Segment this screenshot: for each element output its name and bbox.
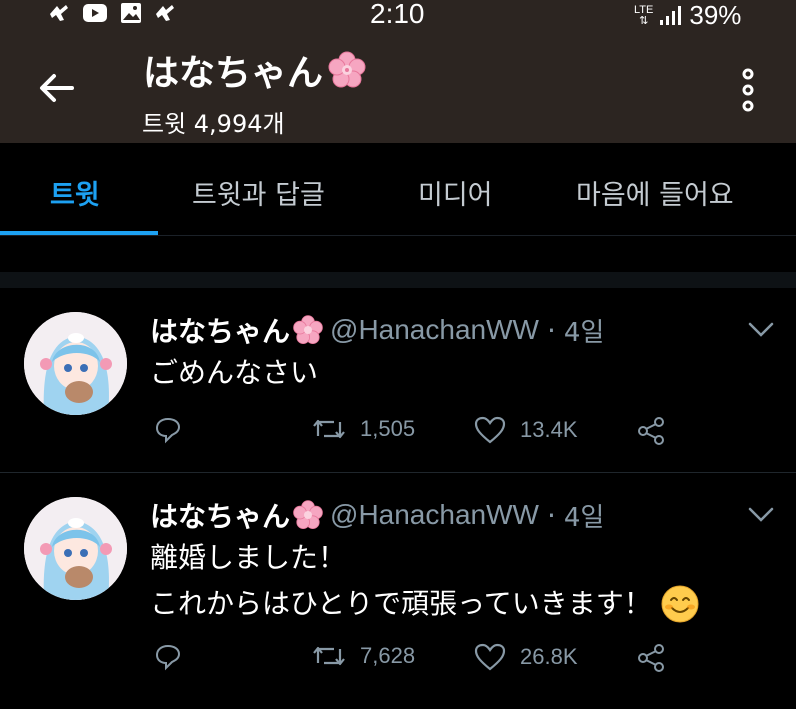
profile-header: はなちゃん 트윗 4,994개	[0, 30, 796, 143]
tweet-actions: 7,628 26.8K	[150, 643, 710, 683]
share-button[interactable]	[636, 643, 666, 673]
more-options-icon[interactable]	[738, 68, 758, 112]
profile-tabs: 트윗 트윗과 답글 미디어 마음에 들어요	[0, 143, 796, 236]
avatar[interactable]	[24, 497, 127, 600]
tweet-text: ごめんなさい	[150, 350, 318, 396]
separator-dot: ·	[546, 498, 556, 532]
author-handle[interactable]: @HanachanWW	[330, 499, 539, 531]
tweet-line: 離婚しました！	[150, 541, 347, 574]
signal-icon	[660, 5, 682, 25]
network-indicator: LTE ⇅	[634, 3, 654, 27]
tweet-text: 離婚しました！ これからはひとりで頑張っていきます！	[150, 535, 700, 627]
tweet[interactable]: はなちゃん @HanachanWW · 4일 ごめんなさい 1,505 13.4…	[0, 288, 796, 472]
chevron-down-icon[interactable]	[748, 322, 774, 338]
like-count: 13.4K	[520, 417, 578, 442]
status-time: 2:10	[370, 0, 425, 29]
tweet-header: はなちゃん @HanachanWW · 4일	[150, 310, 604, 350]
author-name[interactable]: はなちゃん	[150, 310, 290, 350]
avatar-image	[24, 312, 127, 415]
like-button[interactable]: 13.4K	[474, 416, 578, 444]
image-icon	[121, 3, 141, 23]
status-bar: 2:10 LTE ⇅ 39%	[0, 0, 796, 30]
back-arrow-icon[interactable]	[36, 68, 76, 108]
tweet-time[interactable]: 4일	[564, 312, 604, 349]
smiling-face-icon	[661, 585, 699, 623]
cherry-blossom-icon	[328, 51, 366, 88]
youtube-icon	[83, 4, 107, 22]
reply-button[interactable]	[154, 643, 182, 671]
share-icon	[638, 644, 664, 672]
status-indicators: LTE ⇅ 39%	[634, 0, 741, 31]
section-divider	[0, 272, 796, 288]
like-button[interactable]: 26.8K	[474, 643, 578, 671]
tab-media[interactable]: 미디어	[418, 173, 493, 212]
profile-name: はなちゃん	[143, 53, 324, 94]
tweet-line: これからはひとりで頑張っていきます！	[150, 587, 652, 620]
reply-icon	[155, 417, 181, 444]
separator-dot: ·	[546, 313, 556, 347]
reply-button[interactable]	[154, 416, 182, 444]
retweet-count: 1,505	[360, 416, 416, 441]
tweet-time[interactable]: 4일	[564, 497, 604, 534]
heart-icon	[474, 416, 506, 444]
avatar-image	[24, 497, 127, 600]
retweet-icon	[313, 646, 345, 666]
retweet-button[interactable]: 1,505	[312, 416, 415, 442]
profile-title: はなちゃん	[143, 44, 367, 96]
author-name[interactable]: はなちゃん	[150, 495, 290, 535]
heart-icon	[474, 643, 506, 671]
retweet-button[interactable]: 7,628	[312, 643, 415, 669]
cherry-blossom-icon	[293, 315, 323, 344]
author-handle[interactable]: @HanachanWW	[330, 314, 539, 346]
avatar[interactable]	[24, 312, 127, 415]
notification-icon	[156, 5, 174, 21]
tweet-header: はなちゃん @HanachanWW · 4일	[150, 495, 604, 535]
share-icon	[638, 417, 664, 445]
tweet-line-row: これからはひとりで頑張っていきます！	[150, 581, 700, 627]
tweet[interactable]: はなちゃん @HanachanWW · 4일 離婚しました！ これからはひとりで…	[0, 473, 796, 709]
tab-tweets-and-replies[interactable]: 트윗과 답글	[192, 173, 325, 212]
cherry-blossom-icon	[293, 500, 323, 529]
chevron-down-icon[interactable]	[748, 507, 774, 523]
retweet-count: 7,628	[360, 643, 416, 668]
notification-icon	[50, 5, 68, 21]
tweet-count: 트윗 4,994개	[142, 110, 285, 138]
retweet-icon	[313, 419, 345, 439]
tweet-line: ごめんなさい	[150, 356, 319, 389]
tweet-actions: 1,505 13.4K	[150, 416, 710, 456]
tab-tweets[interactable]: 트윗	[50, 173, 100, 212]
status-icons	[48, 2, 176, 24]
battery-percent: 39%	[689, 0, 742, 30]
divider	[0, 235, 796, 236]
like-count: 26.8K	[520, 644, 578, 669]
reply-icon	[155, 644, 181, 671]
tab-likes[interactable]: 마음에 들어요	[576, 173, 734, 212]
share-button[interactable]	[636, 416, 666, 446]
